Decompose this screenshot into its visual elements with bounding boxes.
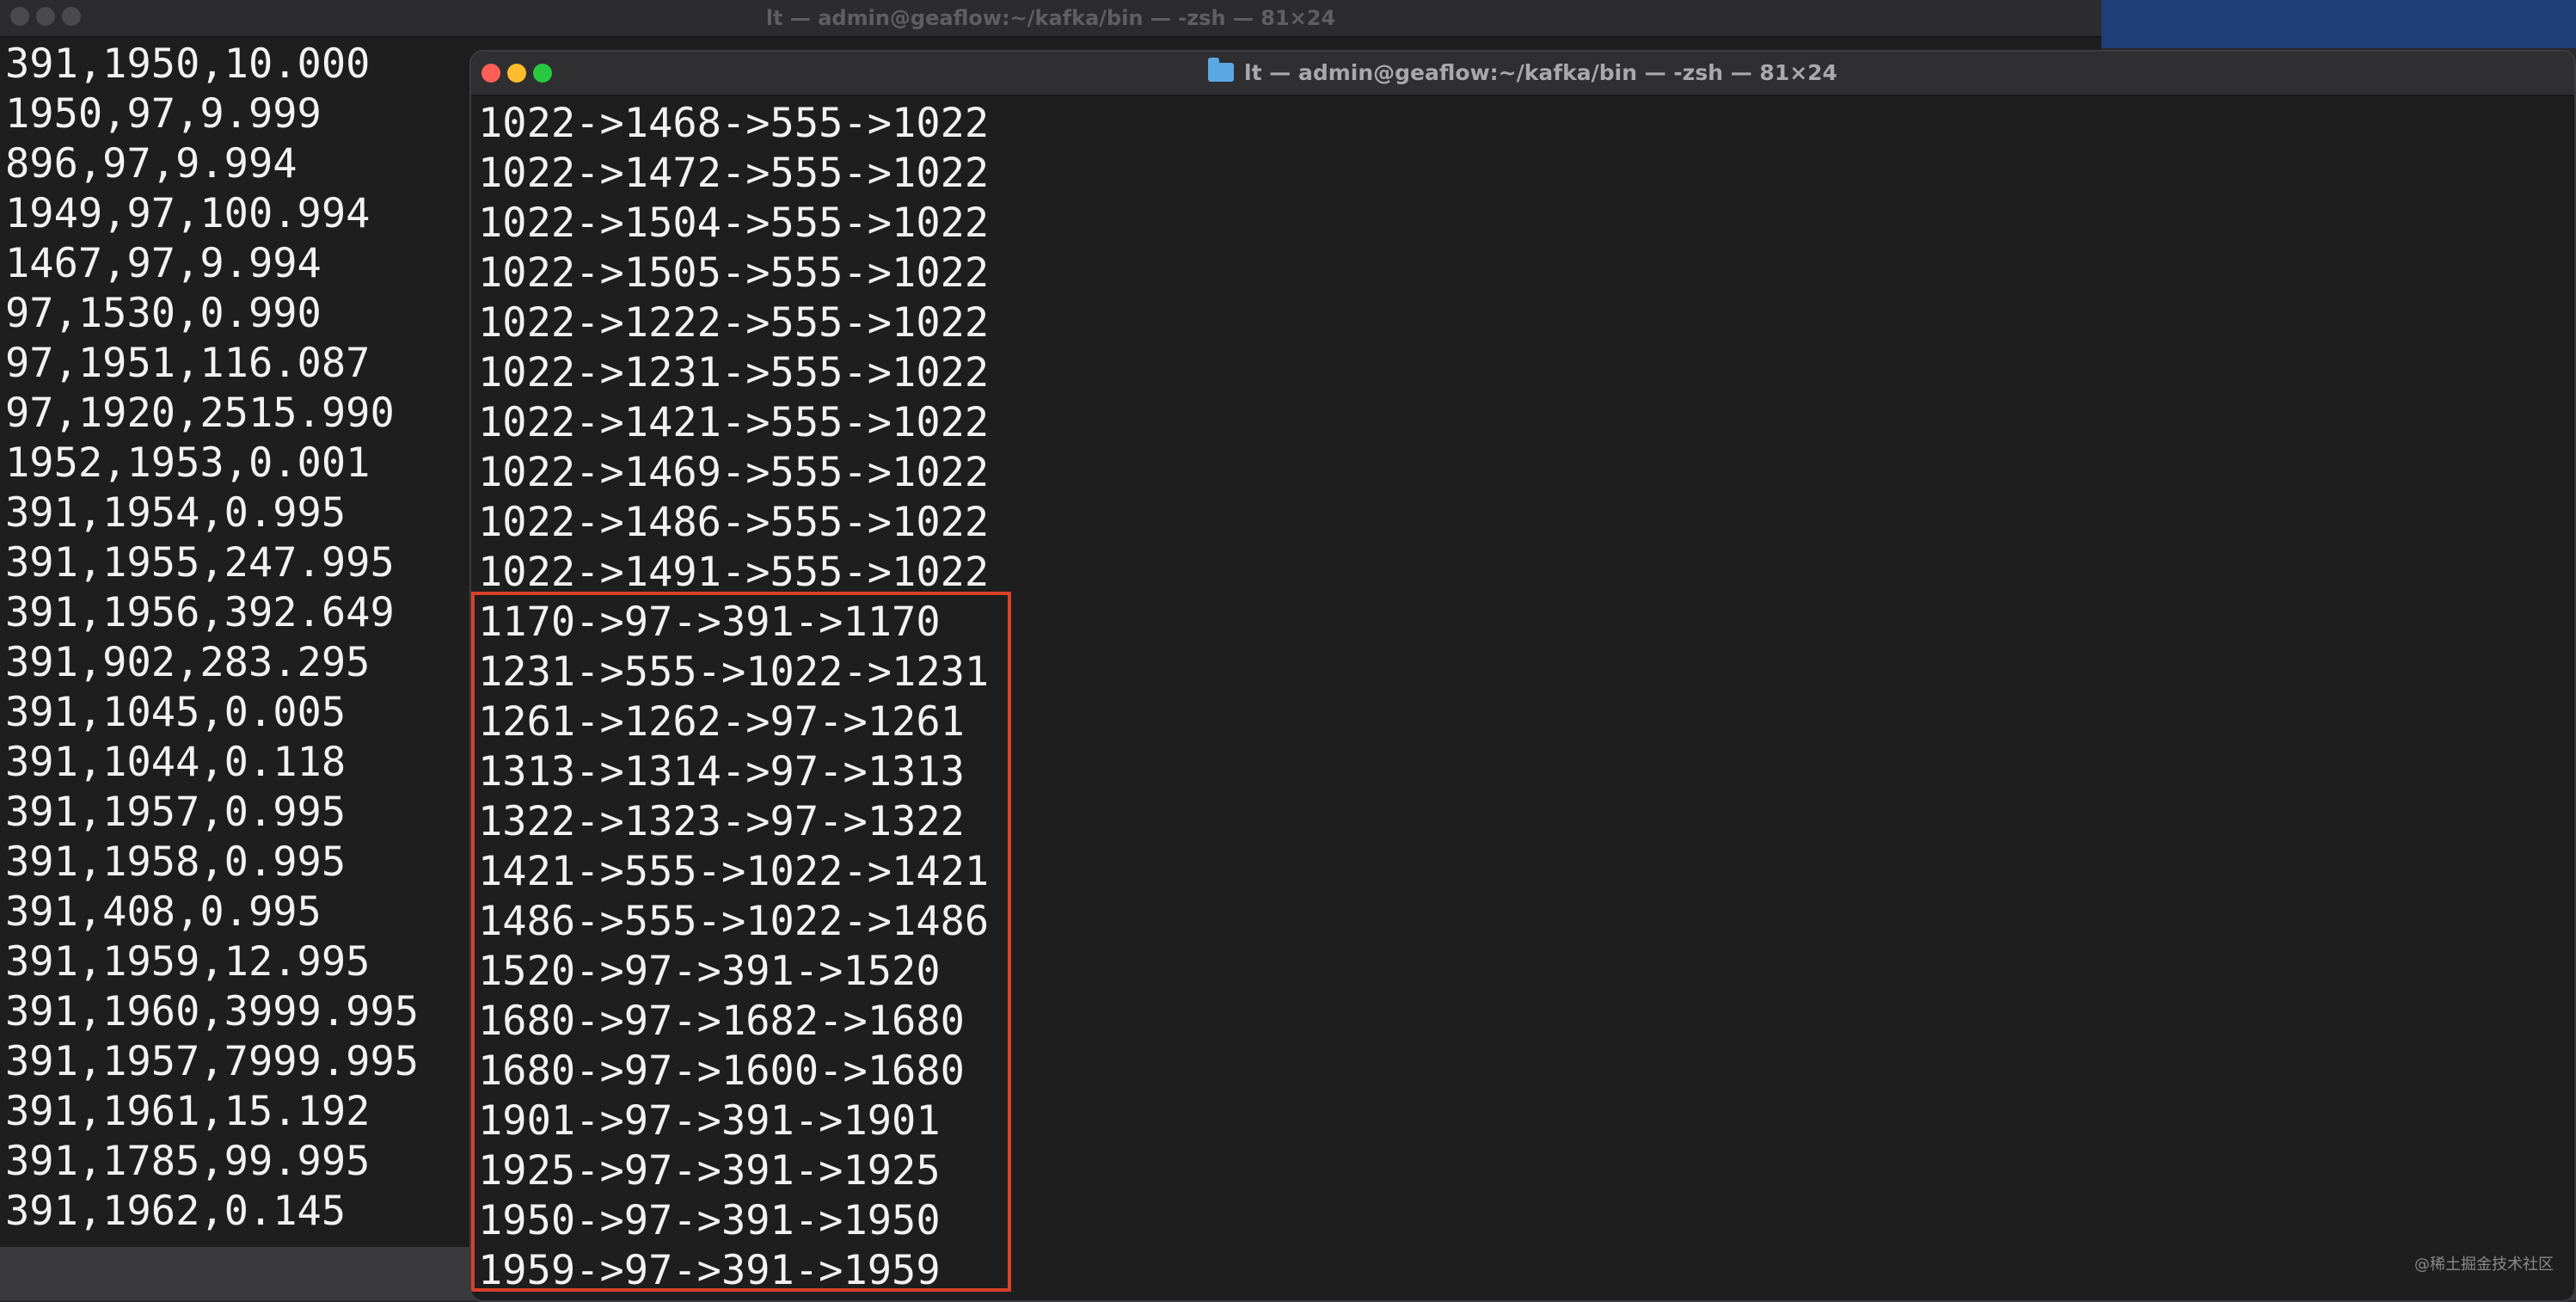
foreground-terminal-window[interactable]: lt — admin@geaflow:~/kafka/bin — -zsh — …: [469, 50, 2576, 1302]
terminal-line: 391,1955,247.995: [5, 539, 395, 587]
foreground-window-title: lt — admin@geaflow:~/kafka/bin — -zsh — …: [471, 52, 2574, 95]
terminal-line: 1022->1231->555->1022: [478, 349, 990, 396]
terminal-line: 1022->1222->555->1022: [478, 299, 990, 347]
background-terminal-output[interactable]: 391,1950,10.000 1950,97,9.999 896,97,9.994…: [5, 40, 419, 1237]
terminal-line: 391,1957,7999.995: [5, 1038, 420, 1085]
terminal-line: 1952,1953,0.001: [5, 439, 371, 487]
terminal-line: 391,1960,3999.995: [5, 988, 420, 1035]
terminal-line: 1022->1504->555->1022: [478, 200, 990, 247]
background-window-titlebar[interactable]: lt — admin@geaflow:~/kafka/bin — -zsh — …: [0, 0, 2101, 38]
terminal-line: 391,1785,99.995: [5, 1138, 371, 1185]
terminal-line: 391,1959,12.995: [5, 938, 371, 986]
terminal-line: 391,1044,0.118: [5, 739, 347, 786]
terminal-line: 1950,97,9.999: [5, 90, 322, 138]
background-window-title: lt — admin@geaflow:~/kafka/bin — -zsh — …: [765, 6, 1336, 30]
terminal-line: 1022->1505->555->1022: [478, 249, 990, 297]
folder-icon: [1208, 58, 1235, 82]
terminal-line: 391,1956,392.649: [5, 589, 395, 636]
terminal-line: 391,1950,10.000: [5, 40, 371, 88]
highlight-annotation-box: [471, 592, 1011, 1292]
terminal-line: 1022->1469->555->1022: [478, 449, 990, 496]
terminal-line: 1022->1472->555->1022: [478, 150, 990, 197]
foreground-window-titlebar[interactable]: lt — admin@geaflow:~/kafka/bin — -zsh — …: [471, 52, 2574, 96]
terminal-line: 1022->1468->555->1022: [478, 100, 990, 147]
terminal-line: 391,1045,0.005: [5, 689, 347, 736]
terminal-line: 896,97,9.994: [5, 140, 297, 187]
terminal-line: 97,1951,116.087: [5, 340, 371, 387]
terminal-line: 391,902,283.295: [5, 639, 371, 686]
terminal-line: 391,1962,0.145: [5, 1188, 347, 1235]
terminal-line: 1949,97,100.994: [5, 190, 371, 237]
terminal-line: 1022->1421->555->1022: [478, 399, 990, 446]
terminal-line: 391,1954,0.995: [5, 489, 347, 537]
terminal-line: 1467,97,9.994: [5, 240, 322, 287]
foreground-window-title-text: lt — admin@geaflow:~/kafka/bin — -zsh — …: [1244, 60, 1837, 85]
terminal-line: 391,1957,0.995: [5, 789, 347, 836]
terminal-line: 1022->1491->555->1022: [478, 549, 990, 596]
terminal-line: 97,1530,0.990: [5, 290, 322, 337]
watermark: @稀土掘金技术社区: [2414, 1256, 2554, 1274]
terminal-line: 97,1920,2515.990: [5, 390, 395, 437]
terminal-line: 1022->1486->555->1022: [478, 499, 990, 546]
terminal-line: 391,408,0.995: [5, 888, 322, 936]
terminal-line: 391,1958,0.995: [5, 838, 347, 886]
terminal-line: 391,1961,15.192: [5, 1088, 371, 1135]
desktop-background: [2098, 0, 2576, 48]
